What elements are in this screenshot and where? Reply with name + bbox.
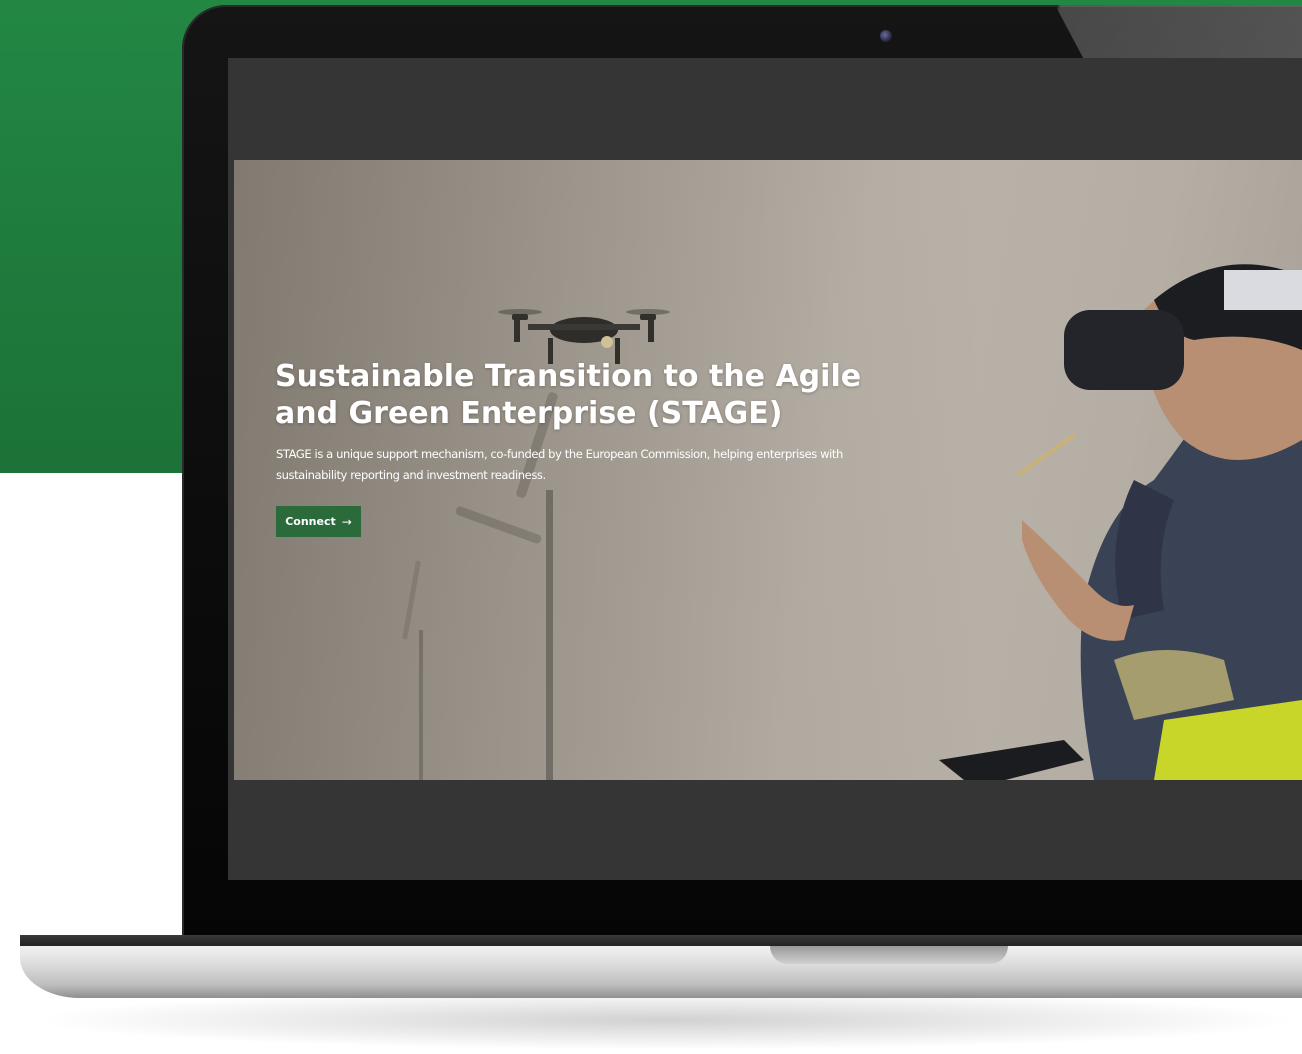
laptop-base (20, 946, 1302, 998)
hero-banner: Sustainable Transition to the Agile and … (234, 160, 1302, 780)
connect-button[interactable]: Connect → (276, 506, 361, 537)
arrow-right-icon: → (341, 514, 352, 529)
hero-title: Sustainable Transition to the Agile and … (275, 359, 862, 431)
connect-button-label: Connect (285, 515, 336, 528)
hero-description: STAGE is a unique support mechanism, co-… (276, 447, 843, 482)
laptop-shadow (30, 990, 1302, 1050)
webcam-icon (880, 30, 892, 42)
laptop-notch (770, 946, 1008, 964)
